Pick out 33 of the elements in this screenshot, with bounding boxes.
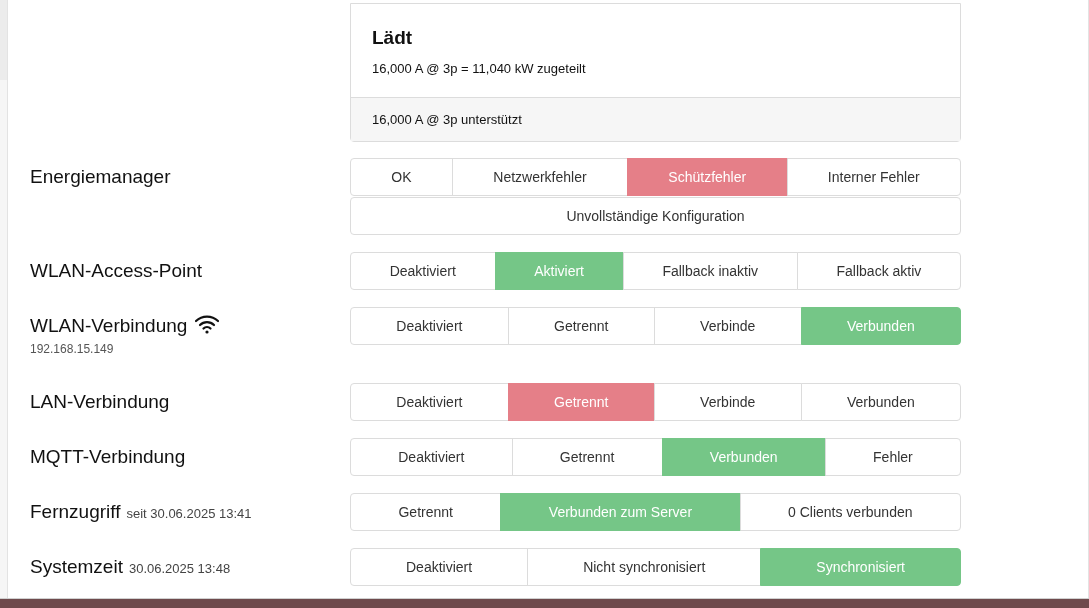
status-segment[interactable]: Verbinde [653,307,802,345]
allocation-text: 16,000 A @ 3p = 11,040 kW zugeteilt [372,60,587,78]
status-label: Energiemanager [30,165,171,189]
status-label: WLAN-Verbindung [30,314,188,338]
status-segment[interactable]: Fallback inaktiv [622,252,798,290]
status-segment[interactable]: OK [350,158,453,196]
card-footer: 16,000 A @ 3p unterstützt [351,96,960,141]
status-label: LAN-Verbindung [30,390,170,414]
status-segment[interactable]: Fallback aktiv [796,252,961,290]
status-segment[interactable]: Deaktiviert [350,307,509,345]
status-label: Fernzugriff [30,500,121,524]
status-segment[interactable]: Verbinde [653,383,802,421]
status-segment[interactable]: Getrennt [507,307,655,345]
status-segment[interactable]: Deaktiviert [350,548,529,586]
card-title: Lädt [372,26,414,50]
status-label: MQTT-Verbindung [30,445,186,469]
status-segment[interactable]: Deaktiviert [350,438,513,476]
status-segment[interactable]: Unvollständige Konfiguration [350,197,961,235]
status-segment[interactable]: Deaktiviert [350,383,509,421]
status-segment[interactable]: Nicht synchronisiert [527,548,762,586]
status-label: Systemzeit [30,555,123,579]
status-segment[interactable]: Getrennt [350,493,502,531]
ip-address: 192.168.15.149 [30,341,115,358]
status-segment[interactable]: Fehler [824,438,961,476]
status-segment[interactable]: Verbunden [800,383,961,421]
timestamp-note: seit 30.06.2025 13:41 [126,505,252,523]
status-segment[interactable]: 0 Clients verbunden [739,493,961,531]
status-segment[interactable]: Interner Fehler [786,158,961,196]
timestamp-note: 30.06.2025 13:48 [128,560,231,578]
status-segment[interactable]: Getrennt [511,438,663,476]
status-segment[interactable]: Deaktiviert [350,252,496,290]
status-segment[interactable]: Netzwerkfehler [451,158,628,196]
status-label: WLAN-Access-Point [30,259,203,283]
